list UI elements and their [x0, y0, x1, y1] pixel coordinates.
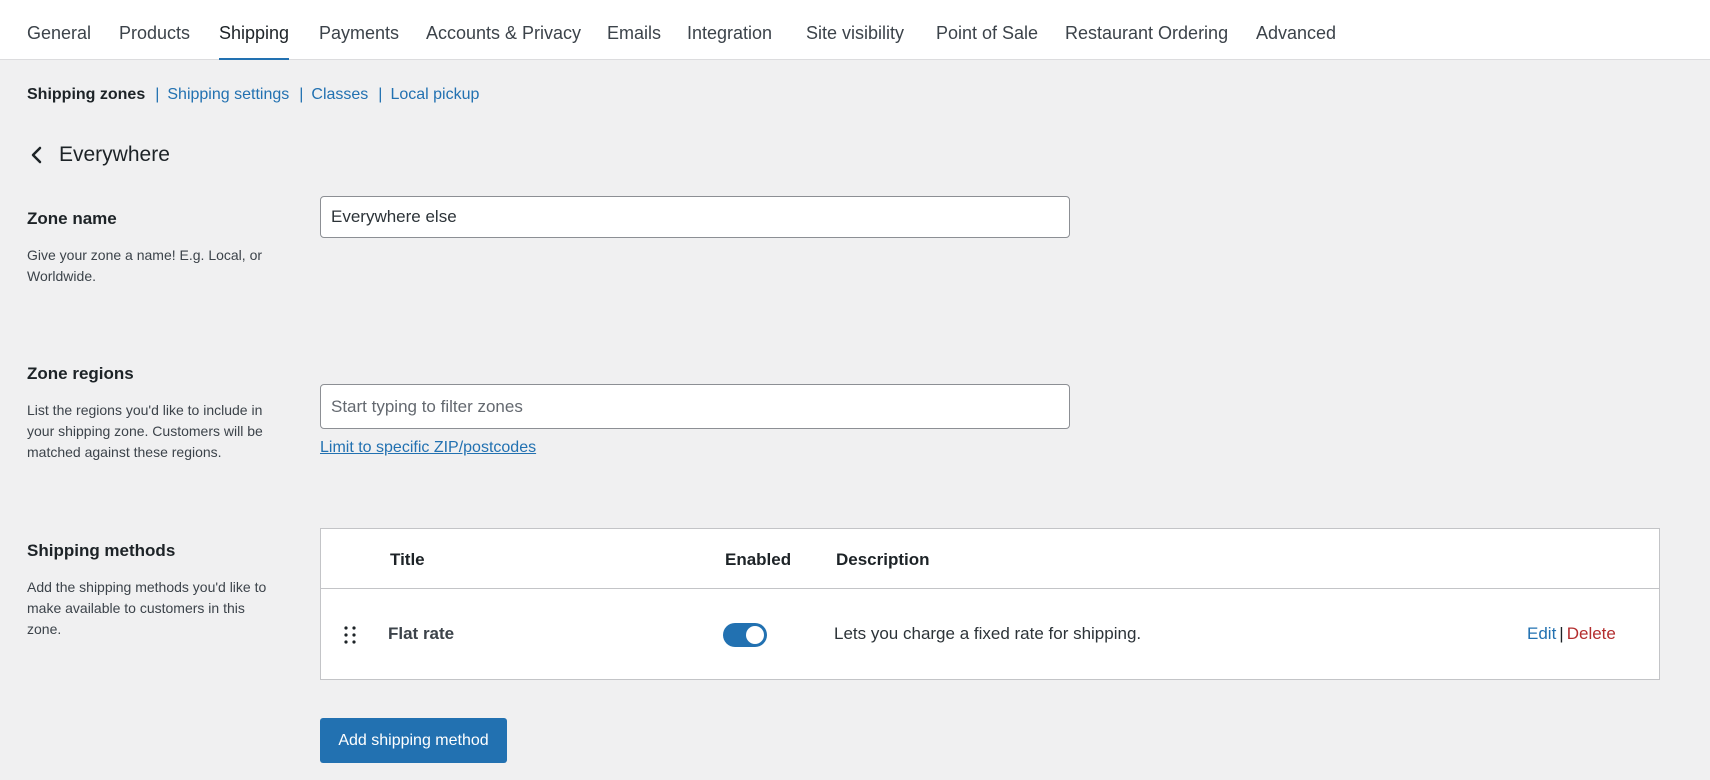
subnav-link-classes[interactable]: Classes: [311, 86, 368, 103]
tab-restaurant-ordering[interactable]: Restaurant Ordering: [1065, 0, 1228, 60]
delete-link[interactable]: Delete: [1567, 624, 1616, 643]
subnav-current-shipping-zones: Shipping zones: [27, 86, 146, 103]
chevron-left-icon[interactable]: [27, 144, 47, 166]
tab-products[interactable]: Products: [119, 0, 190, 60]
zone-name-description: Give your zone a name! E.g. Local, or Wo…: [27, 247, 263, 284]
column-title: Title: [390, 550, 425, 569]
tab-general[interactable]: General: [27, 0, 91, 60]
page-heading: Everywhere: [27, 140, 170, 170]
column-description: Description: [836, 550, 930, 569]
tab-payments[interactable]: Payments: [319, 0, 399, 60]
table-row: Flat rate Lets you charge a fixed rate f…: [321, 589, 1659, 680]
toggle-knob: [746, 626, 764, 644]
tab-site-visibility[interactable]: Site visibility: [806, 0, 904, 60]
actions-separator: |: [1559, 624, 1564, 643]
tab-shipping[interactable]: Shipping: [219, 0, 290, 60]
subnav-separator: |: [299, 86, 304, 103]
tab-advanced[interactable]: Advanced: [1256, 0, 1336, 60]
zone-regions-label: Zone regions: [27, 364, 134, 383]
drag-handle-icon[interactable]: [343, 624, 357, 646]
enabled-toggle[interactable]: [723, 623, 767, 647]
zone-regions-input[interactable]: [320, 384, 1070, 429]
tab-integration[interactable]: Integration: [687, 0, 772, 60]
shipping-methods-table: Title Enabled Description Flat rate Lets…: [320, 528, 1660, 680]
subnav-link-local-pickup[interactable]: Local pickup: [390, 86, 479, 103]
method-title: Flat rate: [388, 624, 455, 643]
subnav-link-shipping-settings[interactable]: Shipping settings: [167, 86, 289, 103]
shipping-methods-description: Add the shipping methods you'd like to m…: [27, 579, 267, 637]
shipping-methods-label: Shipping methods: [27, 541, 176, 560]
limit-postcodes-link[interactable]: Limit to specific ZIP/postcodes: [320, 439, 536, 457]
zone-name-input[interactable]: [320, 196, 1070, 238]
method-description: Lets you charge a fixed rate for shippin…: [834, 624, 1142, 643]
shipping-subnav: Shipping zones | Shipping settings | Classes…: [27, 86, 479, 108]
tab-point-of-sale[interactable]: Point of Sale: [936, 0, 1038, 60]
subnav-separator: |: [378, 86, 383, 103]
row-actions: Edit | Delete: [1527, 624, 1616, 644]
tab-emails[interactable]: Emails: [607, 0, 661, 60]
zone-regions-description: List the regions you'd like to include i…: [27, 402, 263, 460]
subnav-separator: |: [155, 86, 160, 103]
page-title: Everywhere: [59, 143, 170, 166]
column-enabled: Enabled: [725, 550, 792, 569]
edit-link[interactable]: Edit: [1527, 624, 1556, 643]
settings-tabs: General Products Shipping Payments Accou…: [0, 0, 1710, 60]
tab-accounts-privacy[interactable]: Accounts & Privacy: [426, 0, 581, 60]
table-header: Title Enabled Description: [321, 529, 1659, 589]
zone-name-label: Zone name: [27, 209, 117, 228]
add-shipping-method-button[interactable]: Add shipping method: [320, 718, 507, 763]
